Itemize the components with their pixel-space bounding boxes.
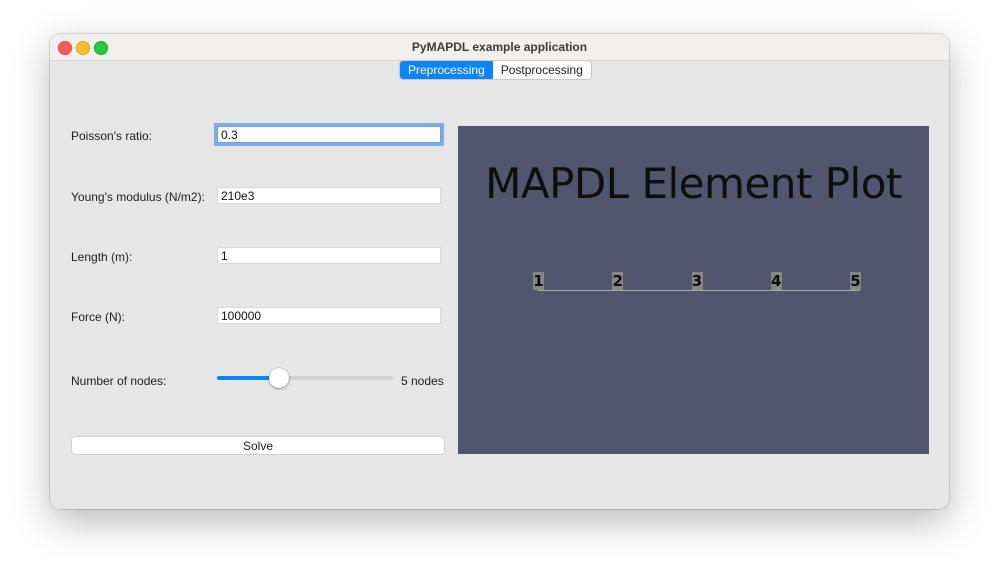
solve-button[interactable]: Solve [71,436,445,455]
poisson-ratio-input[interactable] [217,126,441,143]
node-label-5: 5 [850,272,861,290]
force-label: Force (N): [71,310,125,324]
window-title: PyMAPDL example application [411,40,588,54]
node-label-1: 1 [533,272,544,290]
app-window: PyMAPDL example application Preprocessin… [50,34,949,509]
element-line [538,290,860,291]
number-of-nodes-slider[interactable] [217,368,393,388]
tab-postprocessing[interactable]: Postprocessing [493,61,591,79]
poisson-ratio-label: Poisson's ratio: [71,129,152,143]
length-input[interactable] [217,247,441,264]
youngs-modulus-input[interactable] [217,187,441,204]
number-of-nodes-label: Number of nodes: [71,374,167,388]
number-of-nodes-value: 5 nodes [401,374,444,388]
force-input[interactable] [217,307,441,324]
title-bar: PyMAPDL example application [50,34,949,61]
node-label-4: 4 [770,272,782,290]
tab-bar: Preprocessing Postprocessing [399,60,592,80]
node-label-2: 2 [612,272,624,290]
slider-thumb[interactable] [268,368,289,388]
plot-title: MAPDL Element Plot [485,159,902,208]
length-label: Length (m): [71,250,133,264]
element-plot: MAPDL Element Plot 1 2 3 4 5 [458,126,929,454]
node-label-3: 3 [691,272,703,290]
tab-preprocessing[interactable]: Preprocessing [400,61,493,79]
youngs-modulus-label: Young's modulus (N/m2): [71,190,205,204]
